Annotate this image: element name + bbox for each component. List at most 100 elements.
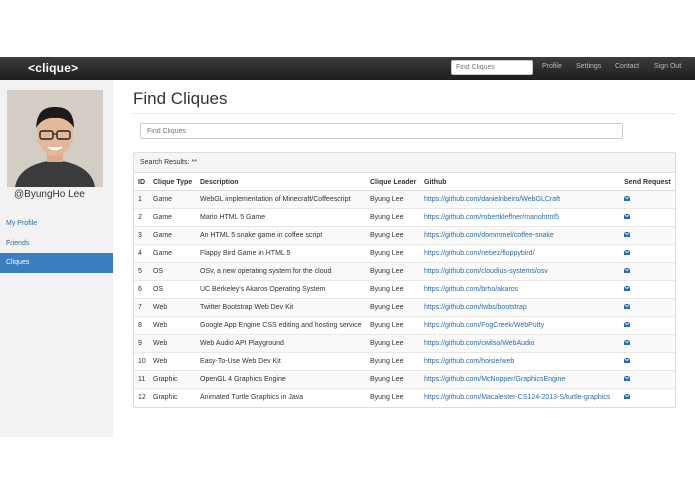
cell-id: 5 <box>134 262 149 281</box>
envelope-icon[interactable] <box>624 214 630 219</box>
sidebar-item-cliques[interactable]: Cliques <box>0 253 113 273</box>
search-results-panel: Search Results: ** ID Clique Type Descri… <box>133 152 676 408</box>
cell-type: Graphic <box>149 370 196 389</box>
envelope-icon[interactable] <box>624 358 630 363</box>
send-request-cell[interactable] <box>620 370 675 389</box>
results-heading: Search Results: ** <box>134 153 675 173</box>
cell-type: OS <box>149 262 196 281</box>
cell-description: Flappy Bird Game in HTML 5 <box>196 244 366 263</box>
cell-description: WebGL implementation of Minecraft/Coffee… <box>196 190 366 209</box>
cell-github[interactable]: https://github.com/brho/akaros <box>420 280 620 299</box>
envelope-icon[interactable] <box>624 232 630 237</box>
cell-github[interactable]: https://github.com/cwilso/WebAudio <box>420 334 620 353</box>
envelope-icon[interactable] <box>624 394 630 399</box>
send-request-cell[interactable] <box>620 262 675 281</box>
send-request-cell[interactable] <box>620 226 675 245</box>
table-row: 6 OS UC Berkeley's Akaros Operating System… <box>134 280 675 299</box>
nav-link-settings[interactable]: Settings <box>576 63 601 70</box>
cell-description: Twitter Bootstrap Web Dev Kit <box>196 298 366 317</box>
send-request-cell[interactable] <box>620 190 675 209</box>
clique-search-input[interactable] <box>140 123 623 139</box>
cell-type: Graphic <box>149 388 196 406</box>
cell-id: 1 <box>134 190 149 209</box>
send-request-cell[interactable] <box>620 298 675 317</box>
cell-type: Web <box>149 316 196 335</box>
cell-id: 2 <box>134 208 149 227</box>
send-request-cell[interactable] <box>620 388 675 406</box>
cell-leader: Byung Lee <box>366 298 420 317</box>
send-request-cell[interactable] <box>620 244 675 263</box>
cell-id: 6 <box>134 280 149 299</box>
cell-leader: Byung Lee <box>366 190 420 209</box>
cell-github[interactable]: https://github.com/twbs/bootstrap <box>420 298 620 317</box>
brand-logo[interactable]: <clique> <box>28 61 78 75</box>
send-request-cell[interactable] <box>620 334 675 353</box>
column-header-send-request: Send Request <box>620 174 675 191</box>
cell-id: 4 <box>134 244 149 263</box>
cell-type: Web <box>149 334 196 353</box>
page-title: Find Cliques <box>133 89 228 108</box>
table-row: 8 Web Google App Engine CSS editing and ho… <box>134 316 675 335</box>
cell-github[interactable]: https://github.com/McNopper/GraphicsEngi… <box>420 370 620 389</box>
cell-id: 11 <box>134 370 149 389</box>
cell-github[interactable]: https://github.com/hoisie/web <box>420 352 620 371</box>
cell-type: Game <box>149 190 196 209</box>
cell-id: 10 <box>134 352 149 371</box>
sidebar-item-friends[interactable]: Friends <box>0 234 113 254</box>
cell-github[interactable]: https://github.com/FogCreek/WebPutty <box>420 316 620 335</box>
nav-link-profile[interactable]: Profile <box>542 63 562 70</box>
cell-leader: Byung Lee <box>366 316 420 335</box>
table-row: 5 OS OSv, a new operating system for the c… <box>134 262 675 281</box>
cell-description: UC Berkeley's Akaros Operating System <box>196 280 366 299</box>
cell-github[interactable]: https://github.com/robertkleffner/marioh… <box>420 208 620 227</box>
envelope-icon[interactable] <box>624 250 630 255</box>
envelope-icon[interactable] <box>624 268 630 273</box>
cell-type: Game <box>149 226 196 245</box>
profile-photo <box>7 90 103 187</box>
top-navbar: <clique> Profile Settings Contact Sign O… <box>0 57 695 80</box>
cell-github[interactable]: https://github.com/danielribeiro/WebGLCr… <box>420 190 620 209</box>
cell-type: Game <box>149 244 196 263</box>
navbar-search-input[interactable] <box>451 60 533 75</box>
cell-description: Web Audio API Playground <box>196 334 366 353</box>
title-divider <box>133 113 676 114</box>
cell-github[interactable]: https://github.com/cloudius-systems/osv <box>420 262 620 281</box>
envelope-icon[interactable] <box>624 304 630 309</box>
cell-github[interactable]: https://github.com/nebez/floppybird/ <box>420 244 620 263</box>
cell-id: 3 <box>134 226 149 245</box>
table-row: 12 Graphic Animated Turtle Graphics in Jav… <box>134 388 675 406</box>
envelope-icon[interactable] <box>624 376 630 381</box>
column-header-github: Github <box>420 174 620 191</box>
nav-link-sign-out[interactable]: Sign Out <box>654 63 681 70</box>
cell-type: Web <box>149 298 196 317</box>
results-table: ID Clique Type Description Clique Leader… <box>134 174 675 406</box>
table-row: 4 Game Flappy Bird Game in HTML 5 Byung Lee… <box>134 244 675 263</box>
envelope-icon[interactable] <box>624 196 630 201</box>
table-row: 3 Game An HTML 5 snake game in coffee scri… <box>134 226 675 245</box>
cell-leader: Byung Lee <box>366 370 420 389</box>
sidebar-item-my-profile[interactable]: My Profile <box>0 214 113 234</box>
cell-description: Mario HTML 5 Game <box>196 208 366 227</box>
cell-description: Google App Engine CSS editing and hostin… <box>196 316 366 335</box>
send-request-cell[interactable] <box>620 280 675 299</box>
envelope-icon[interactable] <box>624 286 630 291</box>
cell-leader: Byung Lee <box>366 262 420 281</box>
envelope-icon[interactable] <box>624 322 630 327</box>
send-request-cell[interactable] <box>620 352 675 371</box>
column-header-id: ID <box>134 174 149 191</box>
send-request-cell[interactable] <box>620 208 675 227</box>
envelope-icon[interactable] <box>624 340 630 345</box>
cell-leader: Byung Lee <box>366 226 420 245</box>
sidebar: @ByungHo Lee My Profile Friends Cliques <box>0 80 113 437</box>
cell-leader: Byung Lee <box>366 334 420 353</box>
table-row: 9 Web Web Audio API Playground Byung Lee htt… <box>134 334 675 353</box>
table-row: 2 Game Mario HTML 5 Game Byung Lee https://g… <box>134 208 675 227</box>
cell-github[interactable]: https://github.com/dommmel/coffee-snake <box>420 226 620 245</box>
column-header-type: Clique Type <box>149 174 196 191</box>
nav-link-contact[interactable]: Contact <box>615 63 639 70</box>
cell-description: Animated Turtle Graphics in Java <box>196 388 366 406</box>
send-request-cell[interactable] <box>620 316 675 335</box>
cell-github[interactable]: https://github.com/Macalester-CS124-2013… <box>420 388 620 406</box>
cell-id: 7 <box>134 298 149 317</box>
avatar <box>7 90 103 187</box>
